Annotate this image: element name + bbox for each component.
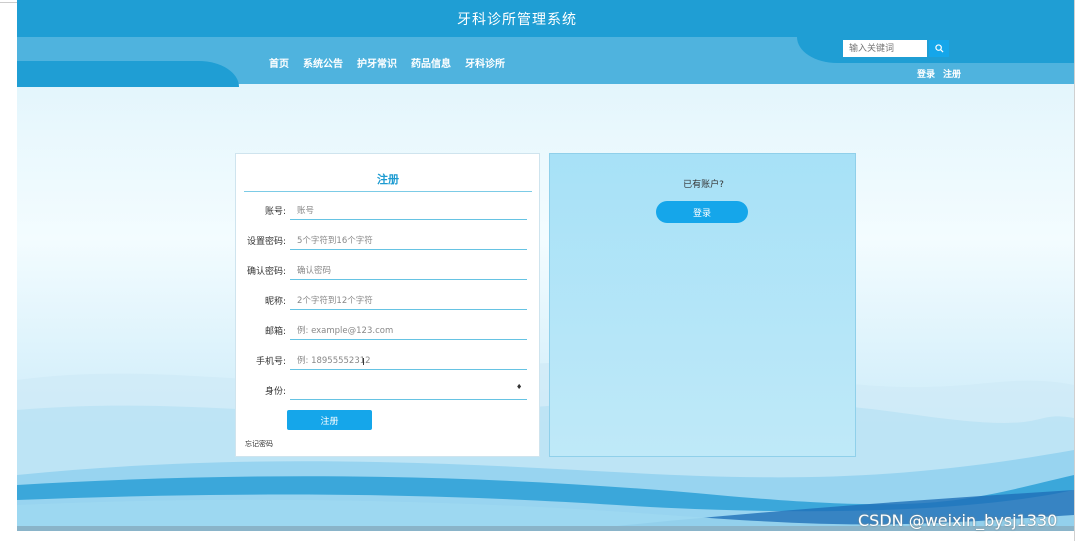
auth-links: 登录 注册 [917,67,961,80]
email-input[interactable] [290,322,527,340]
frame-right-border [1074,0,1075,541]
nav-item-home[interactable]: 首页 [269,55,289,70]
nickname-label: 昵称: [264,297,286,307]
header-register-link[interactable]: 注册 [943,67,961,80]
nav-left-decoration [17,61,239,87]
phone-label: 手机号: [255,357,286,367]
search-input[interactable] [843,40,927,57]
search-icon [934,44,944,53]
text-cursor-icon: I [362,357,365,368]
background-waves [17,362,1074,531]
title-divider [244,191,532,192]
nav-item-announcements[interactable]: 系统公告 [303,55,343,70]
login-panel: 已有账户? 登录 [549,153,856,457]
password-label: 设置密码: [246,237,286,247]
confirm-password-label: 确认密码: [246,267,286,277]
nav-item-dental-care[interactable]: 护牙常识 [357,55,397,70]
register-submit-button[interactable]: 注册 [287,410,372,430]
frame-edge-line [0,2,17,3]
header-login-link[interactable]: 登录 [917,67,935,80]
browser-viewport: 牙科诊所管理系统 首页 系统公告 护牙常识 药品信息 牙科诊所 登录 注册 注册… [17,0,1074,531]
role-label: 身份: [264,387,286,397]
main-nav: 首页 系统公告 护牙常识 药品信息 牙科诊所 [269,55,505,70]
nav-item-medicine-info[interactable]: 药品信息 [411,55,451,70]
nickname-input[interactable] [290,292,527,310]
password-input[interactable] [290,232,527,250]
role-select[interactable] [290,382,527,400]
watermark: CSDN @weixin_bysj1330 [858,511,1058,530]
register-card: 注册 账号: 设置密码: 确认密码: 昵称: 邮箱: 手机号: 身份: ♦ 注册… [235,153,540,457]
nav-item-clinics[interactable]: 牙科诊所 [465,55,505,70]
site-title: 牙科诊所管理系统 [457,12,577,28]
email-label: 邮箱: [264,327,286,337]
account-input[interactable] [290,202,527,220]
confirm-password-input[interactable] [290,262,527,280]
forgot-password-link[interactable]: 忘记密码 [245,439,273,449]
have-account-text: 已有账户? [683,180,724,190]
search-button[interactable] [929,40,949,57]
phone-input[interactable] [290,352,527,370]
login-button[interactable]: 登录 [656,201,748,223]
account-label: 账号: [264,207,286,217]
chevron-updown-icon: ♦ [516,383,523,391]
register-title: 注册 [377,173,399,186]
top-header-bar: 牙科诊所管理系统 [17,0,1074,37]
